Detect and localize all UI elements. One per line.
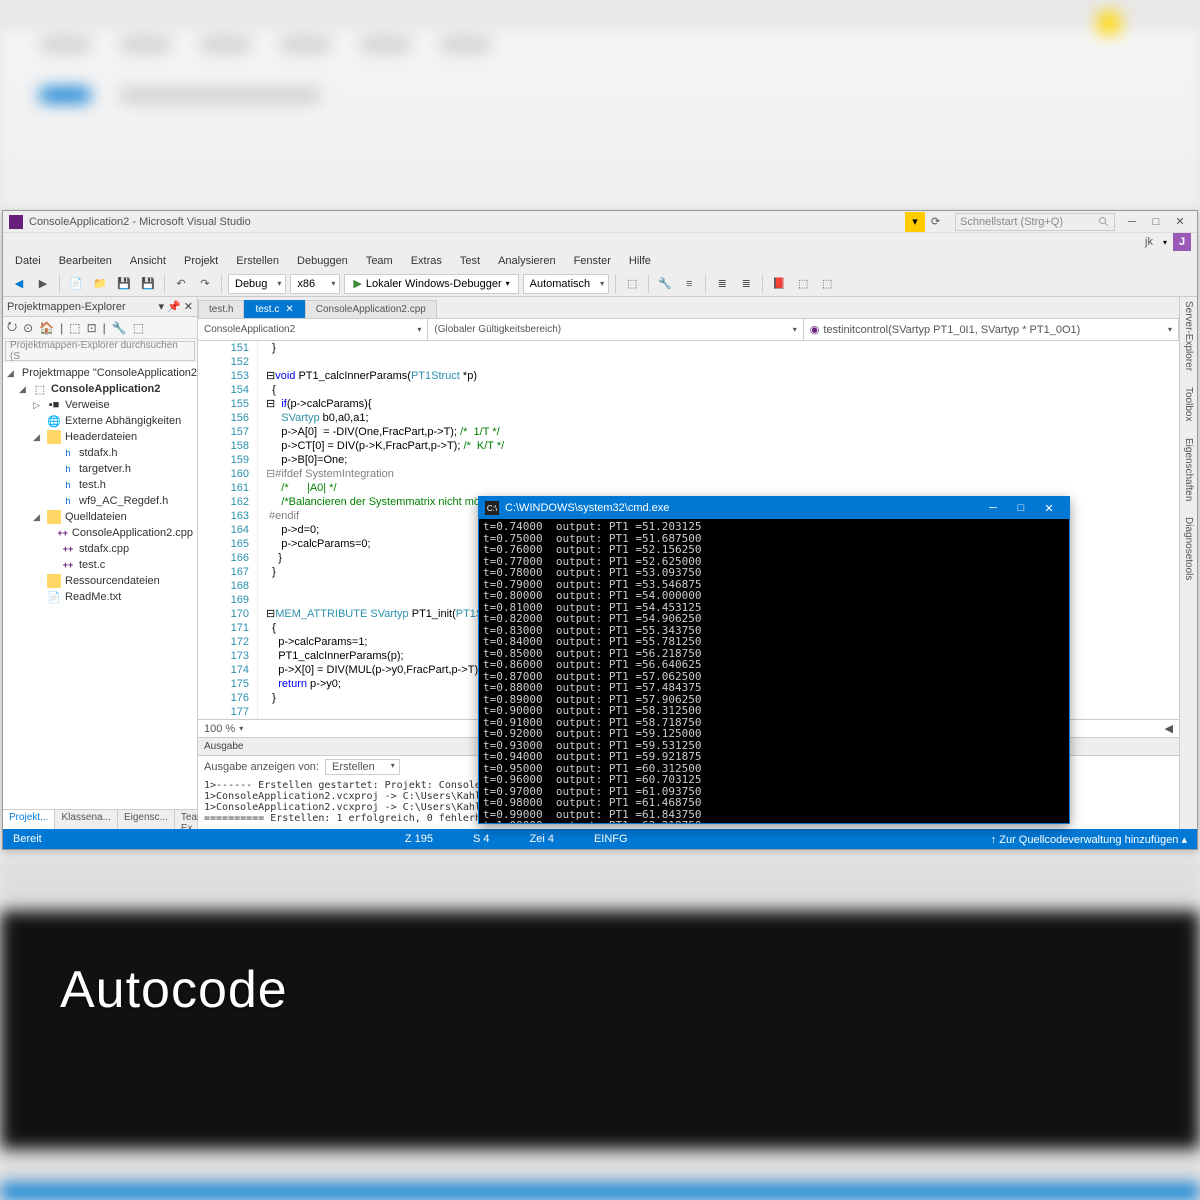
tree-item[interactable]: 🌐Externe Abhängigkeiten	[3, 413, 197, 429]
menu-erstellen[interactable]: Erstellen	[228, 253, 287, 269]
menu-bearbeiten[interactable]: Bearbeiten	[51, 253, 120, 269]
side-tab[interactable]: Toolbox	[1183, 387, 1194, 421]
explorer-tab[interactable]: Projekt...	[3, 810, 55, 829]
editor-tab[interactable]: test.h	[198, 300, 244, 318]
window-title: ConsoleApplication2 - Microsoft Visual S…	[29, 216, 251, 228]
nav-project[interactable]: ConsoleApplication2	[198, 319, 428, 340]
cmd-output: t=0.74000 output: PT1 =51.203125 t=0.750…	[479, 519, 1069, 823]
titlebar[interactable]: ConsoleApplication2 - Microsoft Visual S…	[3, 211, 1197, 233]
tree-item[interactable]: ++ConsoleApplication2.cpp	[3, 525, 197, 541]
nav-back-icon[interactable]: ◀	[9, 274, 29, 294]
explorer-tab[interactable]: Eigensc...	[118, 810, 175, 829]
tree-item[interactable]: hwf9_AC_Regdef.h	[3, 493, 197, 509]
menu-extras[interactable]: Extras	[403, 253, 450, 269]
auto-combo[interactable]: Automatisch	[523, 274, 610, 294]
side-tab[interactable]: Server-Explorer	[1183, 301, 1194, 371]
menu-fenster[interactable]: Fenster	[566, 253, 619, 269]
solution-explorer: Projektmappen-Explorer ▾ 📌 ✕ ⭮ ⊙ 🏠 | ⬚ ⊡…	[3, 297, 198, 829]
new-icon[interactable]: 📄	[66, 274, 86, 294]
statusbar: Bereit Z 195 S 4 Zei 4 EINFG ↑ Zur Quell…	[3, 829, 1197, 849]
cmd-close[interactable]: ✕	[1035, 498, 1063, 518]
tree-item[interactable]: htargetver.h	[3, 461, 197, 477]
side-tab[interactable]: Eigenschaften	[1183, 438, 1194, 501]
close-button[interactable]: ✕	[1169, 213, 1191, 231]
minimize-button[interactable]: ─	[1121, 213, 1143, 231]
undo-icon[interactable]: ↶	[171, 274, 191, 294]
tree-item[interactable]: ◢⬚ConsoleApplication2	[3, 381, 197, 397]
output-source-combo[interactable]: Erstellen	[325, 759, 400, 775]
tree-item[interactable]: ▷▪■Verweise	[3, 397, 197, 413]
vs-logo-icon	[9, 215, 23, 229]
menu-analysieren[interactable]: Analysieren	[490, 253, 563, 269]
menu-hilfe[interactable]: Hilfe	[621, 253, 659, 269]
save-all-icon[interactable]: 💾	[138, 274, 158, 294]
cmd-maximize[interactable]: □	[1007, 498, 1035, 518]
tree-item[interactable]: htest.h	[3, 477, 197, 493]
tree-item[interactable]: 📄ReadMe.txt	[3, 589, 197, 605]
explorer-header: Projektmappen-Explorer ▾ 📌 ✕	[3, 297, 197, 317]
cmd-minimize[interactable]: ─	[979, 498, 1007, 518]
config-combo[interactable]: Debug	[228, 274, 286, 294]
cmd-icon: C:\	[485, 501, 499, 515]
solution-tree: ◢Projektmappe "ConsoleApplication2" (Pro…	[3, 363, 197, 809]
tree-item[interactable]: ++test.c	[3, 557, 197, 573]
tree-item[interactable]: ◢Headerdateien	[3, 429, 197, 445]
menu-ansicht[interactable]: Ansicht	[122, 253, 174, 269]
nav-fwd-icon[interactable]: ▶	[33, 274, 53, 294]
nav-scope[interactable]: (Globaler Gültigkeitsbereich)	[428, 319, 803, 340]
menu-datei[interactable]: Datei	[7, 253, 49, 269]
run-button[interactable]: ▶Lokaler Windows-Debugger▾	[344, 274, 518, 294]
open-icon[interactable]: 📁	[90, 274, 110, 294]
tree-item[interactable]: ◢Quelldateien	[3, 509, 197, 525]
platform-combo[interactable]: x86	[290, 274, 340, 294]
menubar: DateiBearbeitenAnsichtProjektErstellenDe…	[3, 251, 1197, 271]
redo-icon[interactable]: ↷	[195, 274, 215, 294]
explorer-tab[interactable]: Klassena...	[55, 810, 117, 829]
tree-item[interactable]: Ressourcendateien	[3, 573, 197, 589]
editor-tab[interactable]: test.c✕	[244, 300, 304, 318]
cmd-window: C:\ C:\WINDOWS\system32\cmd.exe ─ □ ✕ t=…	[478, 496, 1070, 824]
cmd-titlebar[interactable]: C:\ C:\WINDOWS\system32\cmd.exe ─ □ ✕	[479, 497, 1069, 519]
side-tab[interactable]: Diagnosetools	[1183, 517, 1194, 580]
editor-tabs: test.htest.c✕ConsoleApplication2.cpp	[198, 297, 1179, 319]
tree-item[interactable]: ++stdafx.cpp	[3, 541, 197, 557]
editor-tab[interactable]: ConsoleApplication2.cpp	[305, 300, 437, 318]
maximize-button[interactable]: □	[1145, 213, 1167, 231]
tree-item[interactable]: hstdafx.h	[3, 445, 197, 461]
save-icon[interactable]: 💾	[114, 274, 134, 294]
menu-team[interactable]: Team	[358, 253, 401, 269]
quick-launch[interactable]: Schnellstart (Strg+Q)	[955, 213, 1115, 231]
menu-projekt[interactable]: Projekt	[176, 253, 226, 269]
watermark: Autocode	[60, 960, 288, 1020]
home-icon[interactable]: ⭮	[7, 317, 17, 338]
notification-badge[interactable]: ▾	[905, 212, 925, 232]
menu-debuggen[interactable]: Debuggen	[289, 253, 356, 269]
explorer-search[interactable]: Projektmappen-Explorer durchsuchen (S	[5, 341, 195, 361]
menu-test[interactable]: Test	[452, 253, 488, 269]
toolbar: ◀ ▶ 📄 📁 💾 💾 ↶ ↷ Debug x86 ▶Lokaler Windo…	[3, 271, 1197, 297]
tree-item[interactable]: ◢Projektmappe "ConsoleApplication2" (Pro	[3, 365, 197, 381]
user-avatar[interactable]: J	[1173, 233, 1191, 251]
nav-function[interactable]: ◉testinitcontrol(SVartyp PT1_0I1, SVarty…	[804, 319, 1179, 340]
explorer-toolbar: ⭮ ⊙ 🏠 | ⬚ ⊡ | 🔧 ⬚	[3, 317, 197, 339]
